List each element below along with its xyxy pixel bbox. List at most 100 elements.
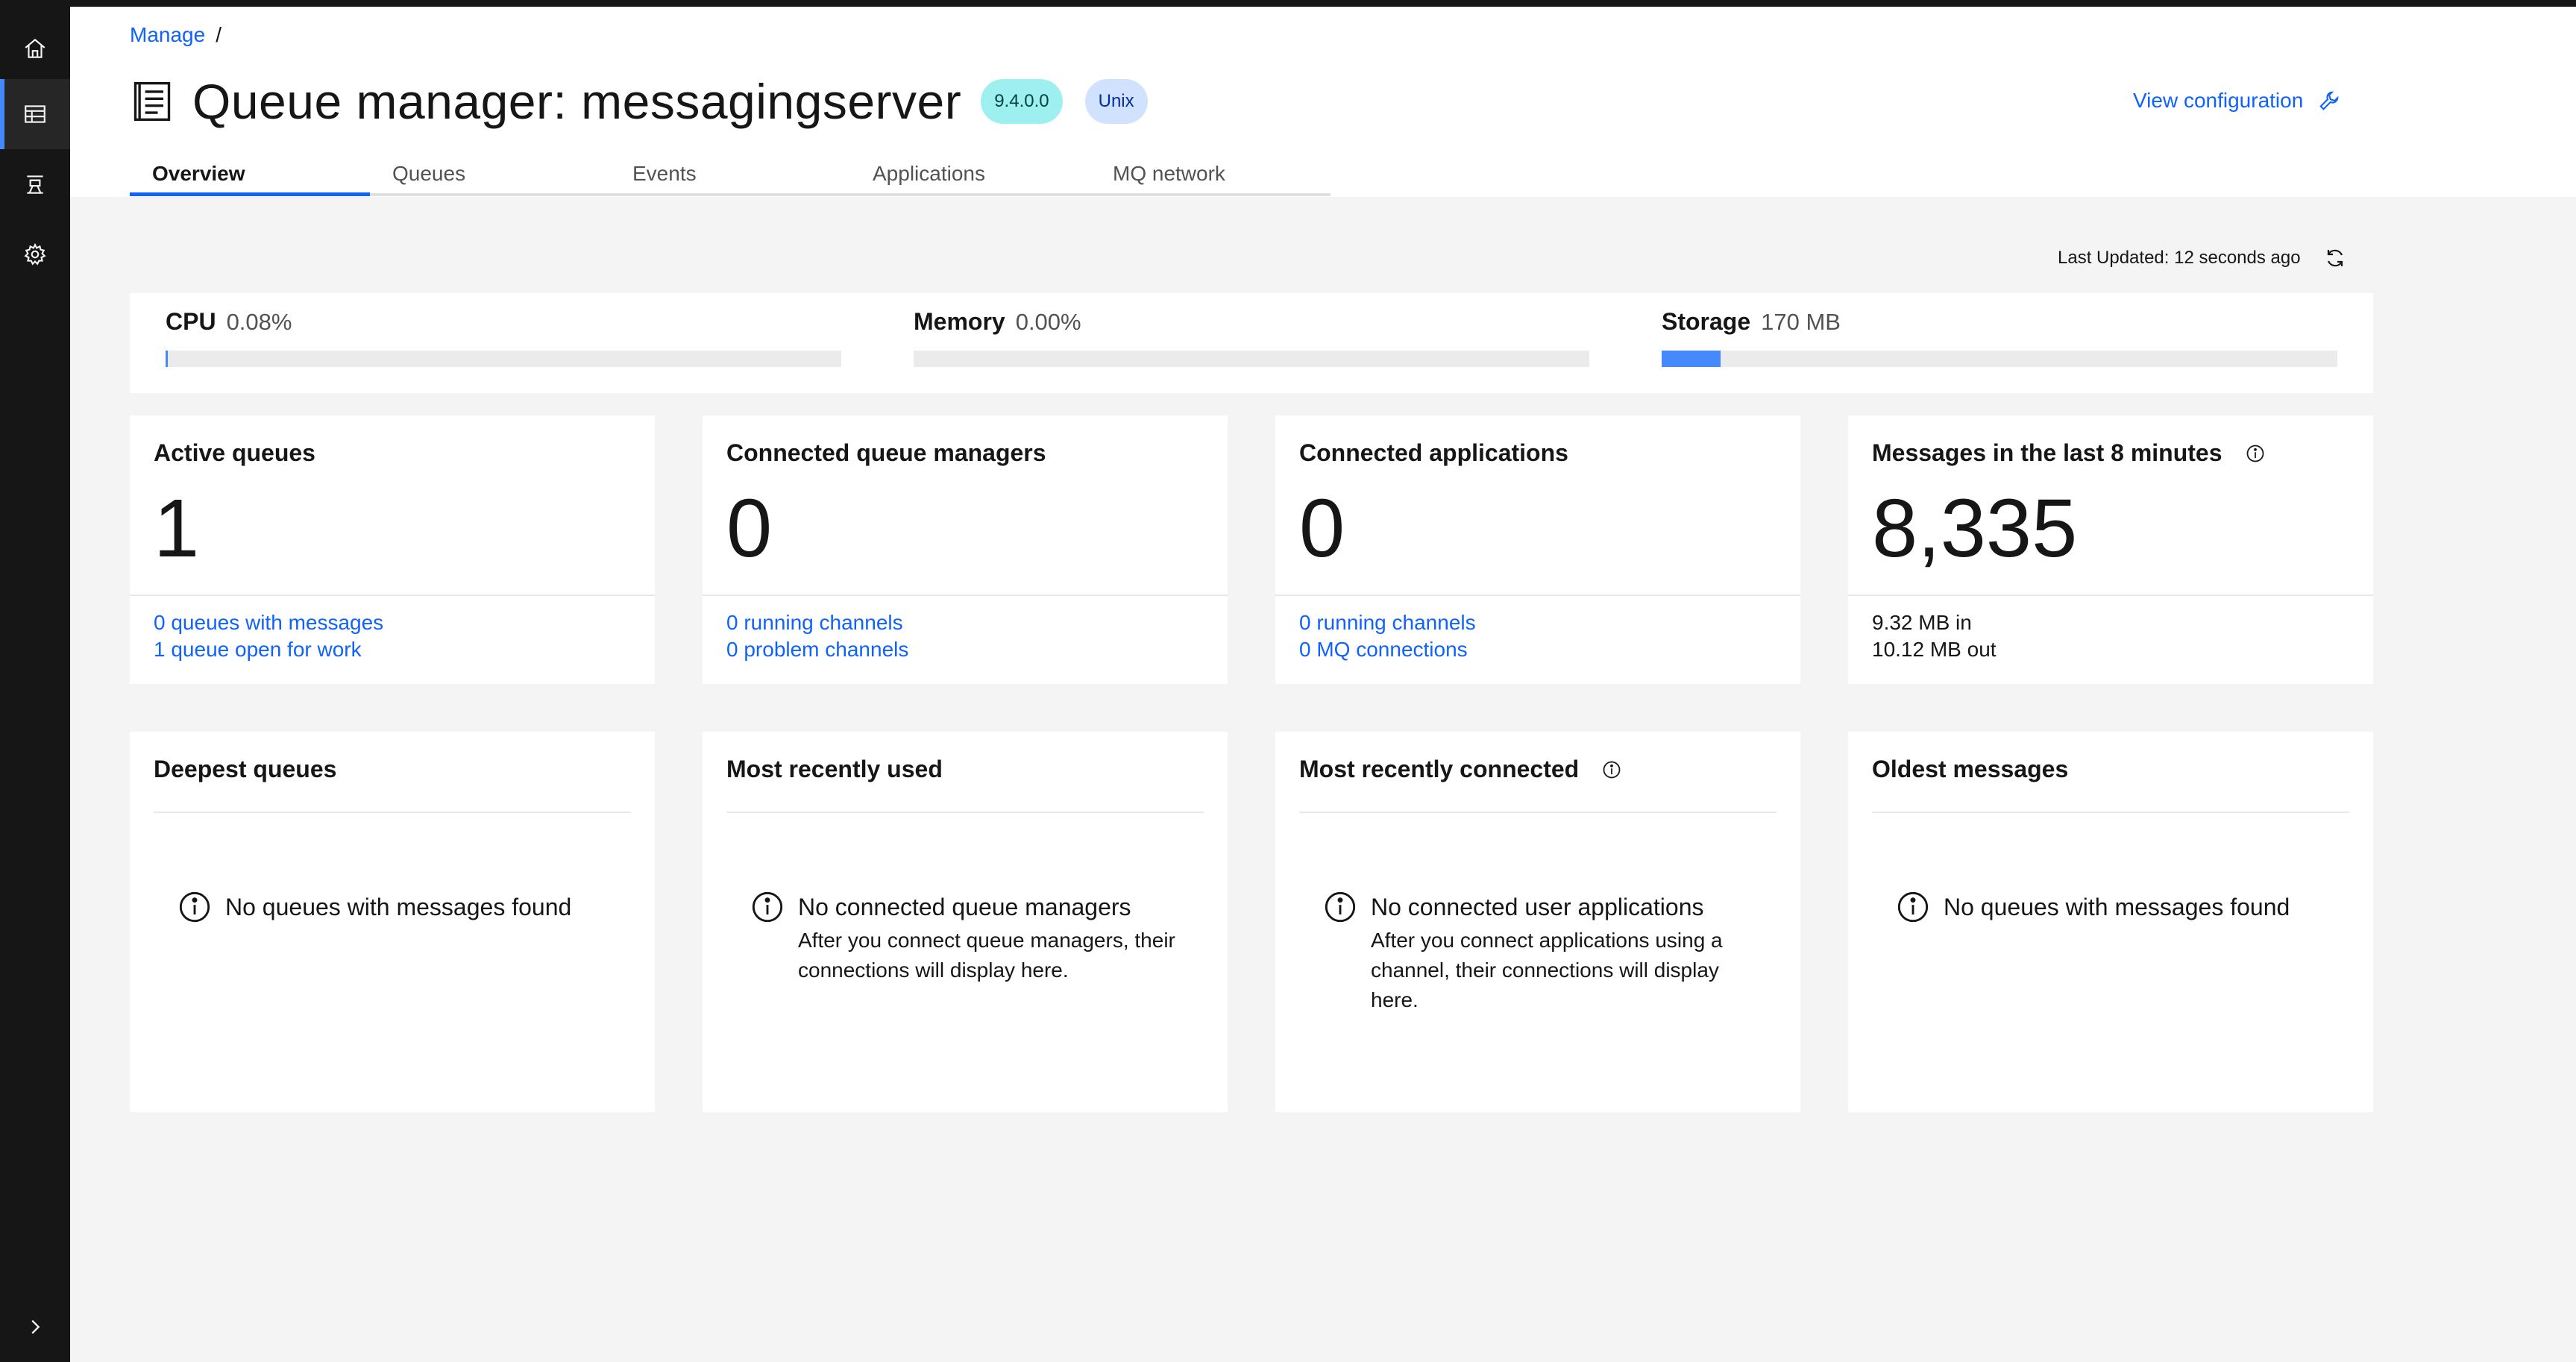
information-icon bbox=[1897, 891, 1929, 923]
memory-bar bbox=[914, 351, 1589, 367]
nav-queue-managers[interactable] bbox=[0, 149, 70, 219]
page-header: Manage / Queue manager: messagingserver … bbox=[70, 7, 2576, 197]
card-divider bbox=[1848, 594, 2373, 596]
panel-title-row: Most recently connected bbox=[1299, 756, 1622, 783]
side-nav-rail bbox=[0, 7, 70, 1362]
app-running-channels-link[interactable]: 0 running channels bbox=[1299, 609, 1476, 636]
empty-state-text: No queues with messages found bbox=[225, 890, 571, 924]
nav-manage[interactable] bbox=[0, 79, 70, 149]
nav-expand-button[interactable] bbox=[0, 1292, 70, 1362]
cpu-label-row: CPU 0.08% bbox=[166, 308, 292, 336]
active-queues-count: 1 bbox=[154, 483, 200, 574]
last-updated-text: Last Updated: 12 seconds ago bbox=[2058, 248, 2301, 268]
last-updated: Last Updated: 12 seconds ago bbox=[2058, 246, 2347, 270]
breadcrumb-manage-link[interactable]: Manage bbox=[130, 23, 205, 47]
tab-list: Overview Queues Events Applications MQ n… bbox=[130, 148, 1331, 196]
view-configuration-label: View configuration bbox=[2133, 89, 2304, 112]
memory-label-row: Memory 0.00% bbox=[914, 308, 1081, 336]
most-recently-used-panel: Most recently used No connected queue ma… bbox=[703, 732, 1228, 1112]
tab-overview[interactable]: Overview bbox=[130, 148, 370, 196]
title-row: Queue manager: messagingserver 9.4.0.0 U… bbox=[130, 68, 1148, 135]
tab-queues[interactable]: Queues bbox=[370, 148, 610, 196]
storage-bar-fill bbox=[1662, 351, 1721, 367]
card-links: 0 running channels 0 problem channels bbox=[726, 609, 908, 663]
panel-title: Most recently used bbox=[726, 756, 943, 782]
wrench-icon bbox=[2319, 91, 2339, 110]
storage-bar bbox=[1662, 351, 2337, 367]
cpu-usage: CPU 0.08% bbox=[166, 293, 844, 393]
messages-out: 10.12 MB out bbox=[1872, 638, 1997, 661]
card-title: Active queues bbox=[154, 439, 315, 466]
empty-state-description: After you connect applications using a c… bbox=[1371, 929, 1723, 1011]
cpu-bar-fill bbox=[166, 351, 168, 367]
messages-card: Messages in the last 8 minutes 8,335 9.3… bbox=[1848, 415, 2373, 684]
resource-usage-panel: CPU 0.08% Memory 0.00% Storage 170 MB bbox=[130, 293, 2373, 393]
card-links: 0 running channels 0 MQ connections bbox=[1299, 609, 1476, 663]
tab-events[interactable]: Events bbox=[610, 148, 850, 196]
mq-connections-link[interactable]: 0 MQ connections bbox=[1299, 636, 1476, 663]
card-divider bbox=[1275, 594, 1800, 596]
top-strip bbox=[0, 0, 2576, 7]
empty-state-text: No queues with messages found bbox=[1944, 890, 2290, 924]
nav-home[interactable] bbox=[0, 13, 70, 84]
empty-state-text: No connected user applications After you… bbox=[1371, 890, 1759, 1015]
memory-usage: Memory 0.00% bbox=[914, 293, 1592, 393]
home-icon bbox=[25, 38, 45, 58]
card-stats: 9.32 MB in 10.12 MB out bbox=[1872, 609, 1997, 663]
storage-label-row: Storage 170 MB bbox=[1662, 308, 1841, 336]
oldest-messages-panel: Oldest messages No queues with messages … bbox=[1848, 732, 2373, 1112]
running-channels-link[interactable]: 0 running channels bbox=[726, 609, 908, 636]
panel-divider bbox=[1872, 812, 2349, 813]
view-configuration-link[interactable]: View configuration bbox=[2133, 89, 2340, 113]
storage-usage: Storage 170 MB bbox=[1662, 293, 2340, 393]
panel-title: Oldest messages bbox=[1872, 756, 2069, 782]
card-title: Messages in the last 8 minutes bbox=[1872, 439, 2222, 466]
refresh-icon[interactable] bbox=[2323, 246, 2347, 270]
breadcrumb-separator: / bbox=[216, 23, 222, 46]
queue-open-for-work-link[interactable]: 1 queue open for work bbox=[154, 636, 383, 663]
most-recently-connected-panel: Most recently connected No connected use… bbox=[1275, 732, 1800, 1112]
empty-state: No connected queue managers After you co… bbox=[750, 890, 1186, 985]
card-title-row: Messages in the last 8 minutes bbox=[1872, 439, 2266, 467]
card-title: Connected applications bbox=[1299, 439, 1568, 466]
memory-value: 0.00% bbox=[1015, 309, 1081, 335]
panel-title: Most recently connected bbox=[1299, 756, 1580, 782]
panel-divider bbox=[726, 812, 1204, 813]
information-icon[interactable] bbox=[1601, 759, 1622, 780]
tab-mq-network[interactable]: MQ network bbox=[1090, 148, 1331, 196]
information-icon bbox=[752, 891, 783, 923]
panel-title: Deepest queues bbox=[154, 756, 337, 782]
empty-state-text: No connected queue managers After you co… bbox=[798, 890, 1186, 985]
connected-queue-managers-card: Connected queue managers 0 0 running cha… bbox=[703, 415, 1228, 684]
tab-applications[interactable]: Applications bbox=[850, 148, 1090, 196]
cpu-label: CPU bbox=[166, 308, 216, 335]
card-title: Connected queue managers bbox=[726, 439, 1046, 466]
settings-icon bbox=[24, 242, 46, 266]
queue-manager-icon bbox=[27, 175, 43, 194]
deepest-queues-panel: Deepest queues No queues with messages f… bbox=[130, 732, 655, 1112]
information-icon[interactable] bbox=[2245, 443, 2266, 464]
problem-channels-link[interactable]: 0 problem channels bbox=[726, 636, 908, 663]
storage-label: Storage bbox=[1662, 308, 1751, 335]
overview-content: Last Updated: 12 seconds ago CPU 0.08% Me… bbox=[70, 197, 2576, 1362]
messages-count: 8,335 bbox=[1872, 483, 2078, 574]
empty-state-title: No connected queue managers bbox=[798, 894, 1131, 920]
active-queues-card: Active queues 1 0 queues with messages 1… bbox=[130, 415, 655, 684]
panel-divider bbox=[1299, 812, 1777, 813]
information-icon bbox=[179, 891, 210, 923]
page-title: Queue manager: messagingserver bbox=[192, 74, 962, 129]
nav-settings[interactable] bbox=[0, 219, 70, 289]
messages-in: 9.32 MB in bbox=[1872, 611, 1972, 634]
connected-applications-card: Connected applications 0 0 running chann… bbox=[1275, 415, 1800, 684]
breadcrumb: Manage / bbox=[130, 23, 222, 47]
empty-state-title: No connected user applications bbox=[1371, 894, 1704, 920]
empty-state: No connected user applications After you… bbox=[1323, 890, 1759, 1015]
connected-applications-count: 0 bbox=[1299, 483, 1345, 574]
platform-tag: Unix bbox=[1084, 79, 1148, 124]
empty-state-title: No queues with messages found bbox=[225, 894, 572, 920]
card-divider bbox=[703, 594, 1228, 596]
cpu-bar bbox=[166, 351, 841, 367]
queues-with-messages-link[interactable]: 0 queues with messages bbox=[154, 609, 383, 636]
empty-state-title: No queues with messages found bbox=[1944, 894, 2290, 920]
empty-state: No queues with messages found bbox=[178, 890, 571, 924]
